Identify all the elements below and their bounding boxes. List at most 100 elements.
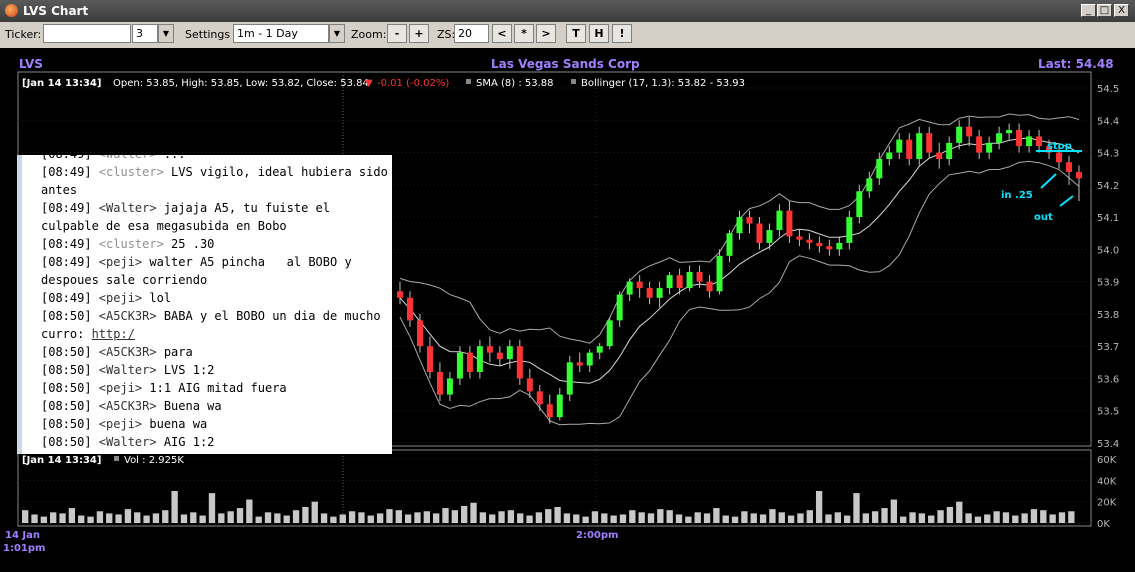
up-candle	[476, 346, 483, 372]
down-candle	[706, 281, 713, 292]
volume-bar	[629, 510, 636, 523]
volume-bar	[1068, 511, 1075, 523]
sma-legend-icon	[466, 79, 471, 84]
down-candle	[636, 281, 643, 289]
volume-bar	[563, 513, 571, 523]
volume-bar	[862, 513, 870, 523]
up-candle	[896, 139, 903, 153]
chat-line: [08:50] <A5CK3R> BABA y el BOBO un dia d…	[41, 309, 388, 341]
volume-bar	[741, 511, 748, 523]
volume-bar	[274, 513, 281, 523]
volume-bar	[50, 512, 57, 523]
up-candle	[616, 294, 623, 321]
down-candle	[806, 239, 813, 243]
down-candle	[646, 288, 653, 298]
vol-legend-icon	[114, 456, 119, 461]
up-candle	[1006, 129, 1013, 134]
volume-bar	[461, 505, 468, 523]
volume-bar	[180, 514, 188, 523]
volume-bar	[236, 508, 244, 523]
down-candle	[966, 126, 973, 137]
volume-bar	[218, 513, 225, 523]
price-tick-label: 53.5	[1097, 407, 1119, 418]
volume-bar	[713, 508, 720, 523]
down-candle	[1016, 129, 1023, 147]
price-tick-label: 53.8	[1097, 310, 1119, 321]
volume-bar	[106, 513, 113, 523]
up-candle	[836, 242, 843, 250]
up-candle	[996, 133, 1003, 143]
volume-bar	[330, 516, 337, 523]
volume-bar	[31, 514, 38, 523]
up-candle	[656, 288, 663, 298]
down-candle	[546, 404, 553, 418]
down-candle	[926, 133, 933, 153]
volume-bar	[591, 511, 599, 523]
down-candle	[816, 242, 823, 247]
volume-bar	[815, 491, 823, 523]
volume-bar	[40, 516, 48, 523]
price-tick-label: 53.9	[1097, 278, 1119, 289]
chat-scroll-edge[interactable]	[17, 155, 22, 454]
volume-bar	[703, 513, 711, 523]
annotation-in: in .25	[1001, 190, 1033, 201]
volume-bar	[507, 510, 515, 523]
chat-line: [08:49] <cluster> LVS vigilo, ideal hubi…	[41, 165, 388, 197]
volume-bar	[610, 515, 617, 523]
down-candle	[486, 346, 493, 353]
volume-bar	[694, 512, 701, 523]
chat-overlay[interactable]: [08:49] <Walter> ... [08:49] <cluster> L…	[17, 155, 392, 454]
volume-bar	[993, 511, 1000, 523]
in-arrow-icon	[1040, 173, 1057, 189]
price-tick-label: 54.3	[1097, 149, 1119, 160]
volume-bar	[246, 499, 253, 523]
volume-bar	[526, 515, 533, 523]
info-ohlc: Open: 53.85, High: 53.85, Low: 53.82, Cl…	[113, 78, 369, 89]
annotation-stop: stop	[1047, 141, 1072, 152]
volume-bar	[292, 510, 300, 523]
down-candle	[906, 139, 913, 159]
price-tick-label: 53.6	[1097, 374, 1119, 385]
volume-bar	[601, 513, 608, 523]
up-candle	[856, 191, 863, 218]
down-candle	[1036, 136, 1043, 147]
volume-bar	[1030, 509, 1038, 523]
down-candle	[696, 271, 703, 282]
volume-bar	[909, 512, 916, 523]
down-candle	[436, 372, 443, 395]
volume-bar	[78, 515, 85, 523]
volume-bar	[432, 513, 440, 523]
vol-timestamp: [Jan 14 13:34]	[22, 455, 101, 466]
volume-bar	[1021, 513, 1028, 523]
volume-tick-label: 0K	[1097, 519, 1110, 530]
volume-bar	[750, 513, 757, 523]
down-candle	[976, 136, 983, 153]
up-candle	[846, 217, 853, 243]
volume-bar	[900, 516, 907, 523]
down-candle	[1076, 171, 1082, 179]
volume-bar	[470, 502, 477, 523]
chat-line: [08:50] <peji> 1:1 AIG mitad fuera	[41, 381, 287, 395]
volume-bar	[918, 513, 926, 523]
volume-bar	[759, 514, 767, 523]
bollinger-bands	[399, 113, 1080, 426]
volume-bar	[806, 510, 813, 523]
chat-line: [08:49] <peji> lol	[41, 291, 172, 305]
volume-bar	[395, 510, 402, 523]
down-candle	[1056, 152, 1063, 163]
volume-bar	[1058, 512, 1066, 523]
up-candle	[686, 271, 693, 289]
vol-value: Vol : 2.925K	[124, 455, 184, 466]
up-candle	[956, 126, 963, 143]
down-candle	[676, 275, 683, 289]
up-candle	[986, 142, 993, 153]
volume-bar	[1040, 510, 1047, 523]
volume-bar	[1002, 512, 1010, 523]
down-candle	[1066, 162, 1073, 172]
volume-bar	[255, 516, 262, 523]
price-tick-label: 54.4	[1097, 116, 1119, 127]
down-candle	[397, 291, 403, 298]
info-sma: SMA (8) : 53.88	[476, 78, 554, 89]
price-tick-label: 54.5	[1097, 84, 1119, 95]
volume-bar	[302, 507, 309, 523]
